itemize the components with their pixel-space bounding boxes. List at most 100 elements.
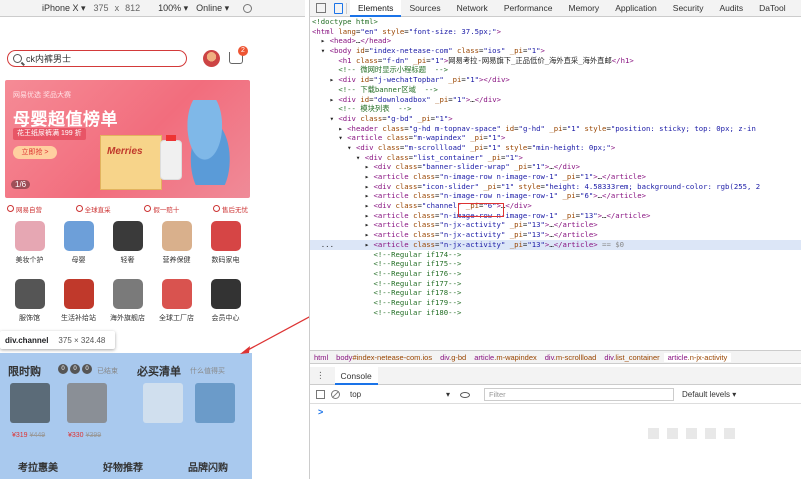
category-item[interactable]: 生活补给站 xyxy=(54,276,103,328)
dom-node-line[interactable]: ... ▸ <article class="n-jx-activity" _pi… xyxy=(310,239,801,250)
dom-node-line[interactable]: ▾ <div class="m-scrollload" _pi="1" styl… xyxy=(310,143,801,153)
breadcrumb-item[interactable]: article.m-wapindex xyxy=(470,353,541,362)
product-image[interactable] xyxy=(195,383,235,423)
tab-performance[interactable]: Performance xyxy=(496,0,561,17)
dom-node-line[interactable]: ▸ <div class="channel" _pi="6">…</div> xyxy=(310,201,801,211)
dom-node-line[interactable]: <!--Regular if174--> xyxy=(310,250,801,260)
dom-node-line[interactable]: ▸ <article class="n-image-row n-image-ro… xyxy=(310,191,801,201)
sidebar-toggle-icon[interactable] xyxy=(316,390,325,399)
dom-node-line[interactable]: <!--Regular if179--> xyxy=(310,298,801,308)
breadcrumb-item[interactable]: div.m-scrollload xyxy=(541,353,601,362)
breadcrumb-item[interactable]: article.n-jx-activity xyxy=(663,352,732,362)
dom-node-line[interactable]: ▸ <article class="n-jx-activity" _pi="13… xyxy=(310,230,801,240)
tab-datool[interactable]: DaTool xyxy=(751,0,793,17)
tab-audits[interactable]: Audits xyxy=(712,0,752,17)
category-item[interactable]: 海外旗舰店 xyxy=(103,276,152,328)
feature-item: 网易自营 xyxy=(7,202,42,215)
eye-icon[interactable] xyxy=(460,391,470,398)
dom-node-line[interactable]: ▸ <article class="n-image-row n-image-ro… xyxy=(310,172,801,182)
tab-network[interactable]: Network xyxy=(449,0,496,17)
breadcrumb-item[interactable]: div.g-bd xyxy=(436,353,470,362)
banner-slider[interactable]: 网易优选 奖品大赛 母婴超值榜单 花王纸尿裤满 199 折 立即抢 > Merr… xyxy=(5,80,250,198)
dom-node-line[interactable]: ▾ <div class="list_container" _pi="1"> xyxy=(310,153,801,163)
device-select[interactable]: iPhone X ▾ xyxy=(42,3,86,14)
channel-highlight[interactable]: 限时购 0 0 0 已结束 必买清单 什么值得买 ¥319 ¥449 ¥330 ¥3… xyxy=(0,353,252,479)
breadcrumb-item[interactable]: div.list_container xyxy=(600,353,663,362)
device-toggle-icon[interactable] xyxy=(334,2,343,14)
dom-node-line[interactable]: <!-- 下载banner区域 --> xyxy=(310,85,801,95)
banner-cta-button[interactable]: 立即抢 > xyxy=(13,146,57,159)
category-icon xyxy=(112,221,143,251)
dom-node-line[interactable]: <!--Regular if180--> xyxy=(310,308,801,318)
console-prompt[interactable]: > xyxy=(318,407,323,417)
product-image[interactable] xyxy=(143,383,183,423)
dom-node-line[interactable]: ▾ <div class="g-bd" _pi="1"> xyxy=(310,114,801,124)
banner-subtitle: 花王纸尿裤满 199 折 xyxy=(13,128,86,140)
context-select[interactable]: top ▾ xyxy=(350,390,450,399)
dom-node-line[interactable]: <!doctype html> xyxy=(310,17,801,27)
countdown: 0 0 0 xyxy=(58,364,92,374)
dom-node-line[interactable]: ▸ <article class="n-image-row n-image-ro… xyxy=(310,211,801,221)
mobile-header: ck内裤男士 2 xyxy=(0,40,252,76)
network-throttle-select[interactable]: Online ▾ xyxy=(196,3,229,14)
dom-node-line[interactable]: ▸ <div class="banner-slider-wrap" _pi="1… xyxy=(310,162,801,172)
menu-icon[interactable]: ⋮ xyxy=(316,370,325,381)
dom-node-line[interactable]: <!--Regular if178--> xyxy=(310,288,801,298)
elements-dom-tree: <!doctype html> <html lang="en" style="fo… xyxy=(310,17,801,349)
product-image[interactable] xyxy=(67,383,107,423)
inspect-element-icon[interactable] xyxy=(316,3,326,13)
dom-node-line[interactable]: ▸ <div id="downloadbox" _pi="1">…</div> xyxy=(310,95,801,105)
rotate-icon[interactable] xyxy=(243,3,253,13)
tab-security[interactable]: Security xyxy=(665,0,712,17)
category-item[interactable]: 营养保健 xyxy=(152,218,201,270)
dom-node-line[interactable]: ▾ <article class="m-wapindex" _pi="1"> xyxy=(310,133,801,143)
category-item[interactable]: 美妆个护 xyxy=(5,218,54,270)
dom-node-line[interactable]: <!-- 微网时显示小程标题 --> xyxy=(310,65,801,75)
tab-console[interactable]: Console xyxy=(334,366,378,385)
dom-node-line[interactable]: ▸ <article class="n-jx-activity" _pi="13… xyxy=(310,220,801,230)
section-label[interactable]: 考拉惠美 xyxy=(18,459,58,474)
dom-node-line[interactable]: ▾ <body id="index-netease-com" class="io… xyxy=(310,46,801,56)
breadcrumb-item[interactable]: html xyxy=(310,353,332,362)
category-item[interactable]: 服饰馆 xyxy=(5,276,54,328)
product-image[interactable] xyxy=(10,383,50,423)
tab-memory[interactable]: Memory xyxy=(560,0,607,17)
category-icon xyxy=(63,221,94,251)
feature-item: 售后无忧 xyxy=(212,202,248,215)
dom-node-line[interactable]: <h1 class="f-dn" _pi="1">网易考拉-网易旗下_正品低价_… xyxy=(310,56,801,66)
check-icon xyxy=(212,205,220,212)
category-item[interactable]: 轻奢 xyxy=(103,218,152,270)
dom-node-line[interactable]: ▸ <div id="j-wechatTopbar" _pi="1"></div… xyxy=(310,75,801,85)
category-item[interactable]: 数码家电 xyxy=(201,218,250,270)
dom-node-line[interactable]: ▸ <head>…</head> xyxy=(310,36,801,46)
category-label: 美妆个护 xyxy=(15,257,44,264)
dom-node-line[interactable]: <!--Regular if176--> xyxy=(310,269,801,279)
dom-node-line[interactable]: ▸ <header class="g-hd m-topnav-space" id… xyxy=(310,124,801,134)
breadcrumb-item[interactable]: body#index-netease-com.ios xyxy=(332,353,436,362)
search-input[interactable]: ck内裤男士 xyxy=(7,50,187,67)
filter-input[interactable]: Filter xyxy=(484,388,674,401)
dom-node-line[interactable]: <html lang="en" style="font-size: 37.5px… xyxy=(310,27,801,37)
category-label: 数码家电 xyxy=(211,257,240,264)
must-buy-title: 必买清单 xyxy=(137,366,181,378)
viewport-height-input[interactable]: 812 xyxy=(125,3,140,13)
tooltip-selector: div.channel xyxy=(5,335,49,345)
viewport-width-input[interactable]: 375 xyxy=(94,3,109,13)
tab-sources[interactable]: Sources xyxy=(401,0,448,17)
tab-application[interactable]: Application xyxy=(607,0,665,17)
clear-console-icon[interactable] xyxy=(331,390,340,399)
log-levels-select[interactable]: Default levels ▾ xyxy=(682,390,736,399)
category-item[interactable]: 全球工厂店 xyxy=(152,276,201,328)
category-item[interactable]: 母婴 xyxy=(54,218,103,270)
zoom-select[interactable]: 100% ▾ xyxy=(158,3,188,14)
tab-elements[interactable]: Elements xyxy=(350,0,402,17)
category-item[interactable]: 会员中心 xyxy=(201,276,250,328)
dom-node-line[interactable]: <!-- 模块列表 --> xyxy=(310,104,801,114)
avatar[interactable] xyxy=(203,50,220,67)
section-label[interactable]: 好物推荐 xyxy=(103,459,143,474)
dom-node-line[interactable]: <!--Regular if177--> xyxy=(310,279,801,289)
category-label: 会员中心 xyxy=(211,315,240,322)
dom-node-line[interactable]: <!--Regular if175--> xyxy=(310,259,801,269)
section-label[interactable]: 品牌闪购 xyxy=(188,459,228,474)
dom-node-line[interactable]: ▸ <div class="icon-slider" _pi="1" style… xyxy=(310,182,801,192)
